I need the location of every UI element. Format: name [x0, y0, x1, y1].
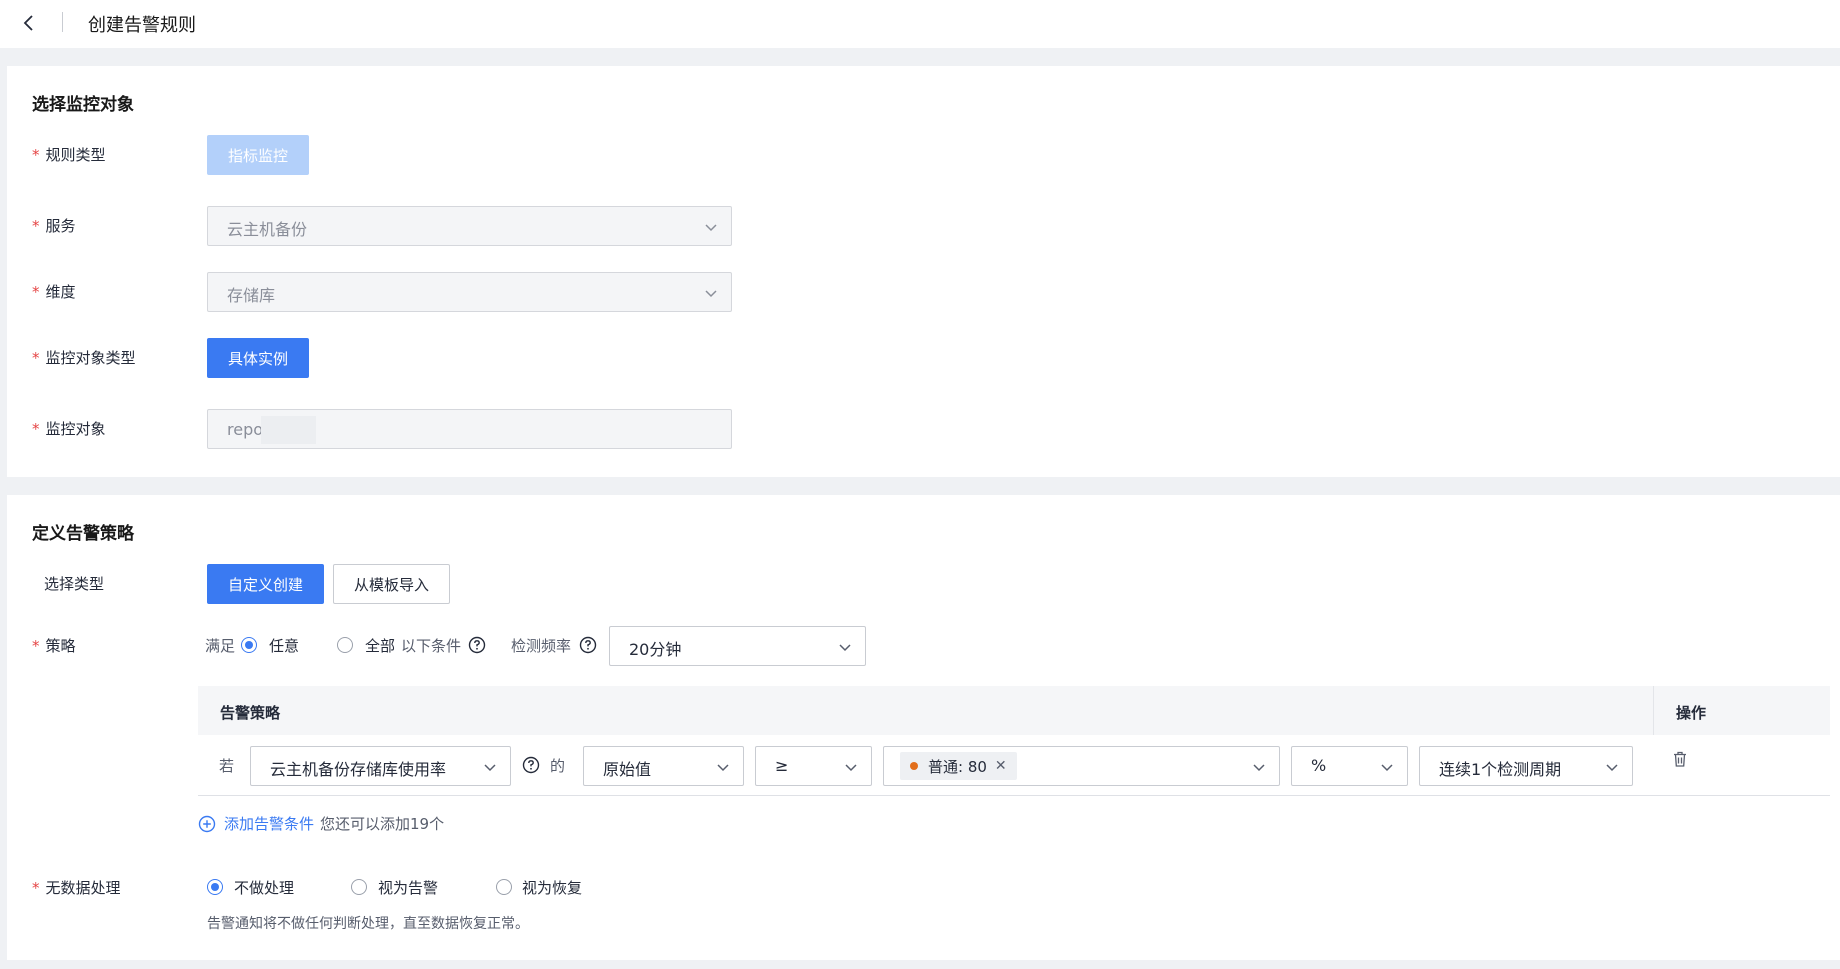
monitor-object-card: 选择监控对象 * 规则类型 指标监控 * 服务 云主机备份 * 维度 存储库 * 监控对… [7, 66, 1840, 477]
monitor-object-value: repo [227, 420, 264, 439]
no-data-label: * 无数据处理 [32, 879, 121, 897]
any-radio[interactable] [241, 637, 257, 653]
add-condition-link[interactable]: 添加告警条件 [198, 813, 314, 834]
metric-value: 云主机备份存储库使用率 [270, 760, 447, 779]
frequency-select[interactable]: 20分钟 [609, 626, 866, 666]
custom-create-button[interactable]: 自定义创建 [207, 564, 324, 604]
satisfy-text: 满足 [205, 637, 236, 655]
close-icon[interactable]: ✕ [995, 758, 1007, 774]
dimension-value: 存储库 [227, 286, 276, 305]
treat-as-recovery-radio[interactable] [496, 879, 512, 895]
chevron-down-icon [705, 290, 717, 298]
chevron-down-icon [1606, 764, 1618, 772]
treat-as-recovery-label: 视为恢复 [522, 879, 583, 897]
unit-select[interactable]: % [1291, 746, 1408, 786]
add-condition-hint: 您还可以添加19个 [320, 815, 445, 833]
metric-monitor-button[interactable]: 指标监控 [207, 135, 309, 175]
period-select[interactable]: 连续1个检测周期 [1419, 746, 1633, 786]
service-select[interactable]: 云主机备份 [207, 206, 732, 246]
all-label: 全部 [365, 637, 396, 655]
specific-instance-button[interactable]: 具体实例 [207, 338, 309, 378]
warning-dot-icon [910, 762, 918, 770]
conditions-suffix: 以下条件 [401, 637, 462, 655]
rule-type-label: * 规则类型 [32, 146, 106, 164]
threshold-tag-label: 普通: 80 [928, 757, 987, 776]
column-header-policy: 告警策略 [220, 704, 281, 722]
value-type-value: 原始值 [603, 760, 652, 779]
if-text: 若 [219, 757, 235, 775]
strategy-label: * 策略 [32, 637, 76, 655]
threshold-tag: 普通: 80 ✕ [900, 752, 1017, 780]
chevron-down-icon [484, 764, 496, 772]
redacted-mask [261, 416, 316, 444]
no-data-hint: 告警通知将不做任何判断处理，直至数据恢复正常。 [207, 916, 529, 932]
period-value: 连续1个检测周期 [1439, 760, 1562, 779]
threshold-select[interactable]: 普通: 80 ✕ [883, 746, 1280, 786]
page-title: 创建告警规则 [88, 15, 196, 36]
add-circle-icon [198, 815, 216, 832]
top-bar: 创建告警规则 [0, 0, 1840, 48]
of-text: 的 [550, 757, 566, 775]
table-row-divider [198, 795, 1830, 796]
object-type-label: * 监控对象类型 [32, 349, 136, 367]
all-radio[interactable] [337, 637, 353, 653]
service-value: 云主机备份 [227, 220, 308, 239]
header-divider [62, 12, 63, 32]
policy-table-header: 告警策略 操作 [198, 686, 1830, 735]
value-type-select[interactable]: 原始值 [583, 746, 744, 786]
treat-as-alarm-radio[interactable] [351, 879, 367, 895]
section-title-policy: 定义告警策略 [32, 524, 134, 544]
frequency-label: 检测频率 [511, 637, 572, 655]
delete-icon[interactable] [1671, 750, 1689, 768]
frequency-value: 20分钟 [629, 640, 682, 659]
dimension-label: * 维度 [32, 283, 76, 301]
no-action-radio[interactable] [207, 879, 223, 895]
chevron-down-icon [1381, 764, 1393, 772]
monitor-object-field[interactable]: repo [207, 409, 732, 449]
service-label: * 服务 [32, 217, 76, 235]
help-icon[interactable] [579, 636, 597, 654]
unit-value: % [1311, 756, 1327, 775]
chevron-down-icon [1253, 764, 1265, 772]
add-condition-text: 添加告警条件 [224, 815, 315, 833]
treat-as-alarm-label: 视为告警 [378, 879, 439, 897]
import-template-button[interactable]: 从模板导入 [333, 564, 450, 604]
no-action-label: 不做处理 [234, 879, 295, 897]
section-title-monitor: 选择监控对象 [32, 95, 134, 115]
back-arrow-icon[interactable] [18, 12, 40, 34]
operator-select[interactable]: ≥ [755, 746, 872, 786]
dimension-select[interactable]: 存储库 [207, 272, 732, 312]
chevron-down-icon [717, 764, 729, 772]
help-icon[interactable] [522, 756, 540, 774]
column-divider [1653, 686, 1654, 735]
metric-select[interactable]: 云主机备份存储库使用率 [250, 746, 511, 786]
alarm-policy-card: 定义告警策略 选择类型 自定义创建 从模板导入 * 策略 满足 任意 全部 以下条… [7, 495, 1840, 960]
select-type-label: 选择类型 [44, 575, 105, 593]
chevron-down-icon [839, 644, 851, 652]
help-icon[interactable] [468, 636, 486, 654]
object-label: * 监控对象 [32, 420, 106, 438]
chevron-down-icon [845, 764, 857, 772]
chevron-down-icon [705, 224, 717, 232]
column-header-action: 操作 [1676, 704, 1707, 722]
operator-value: ≥ [775, 756, 789, 775]
any-label: 任意 [269, 637, 300, 655]
